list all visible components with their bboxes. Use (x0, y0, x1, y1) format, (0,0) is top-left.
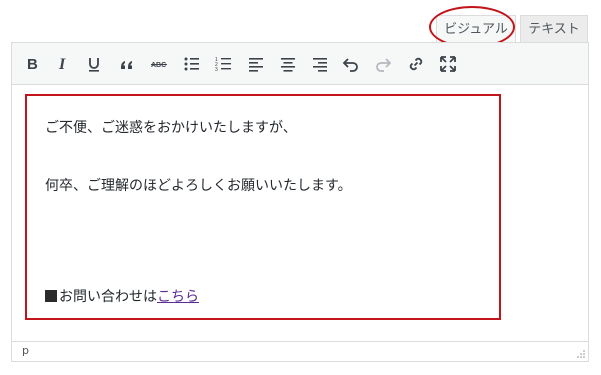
fullscreen-icon (440, 56, 456, 72)
resize-handle-icon[interactable] (577, 350, 585, 358)
numbered-list-button[interactable]: 123 (212, 52, 236, 76)
status-bar: p (12, 341, 588, 361)
link-icon (409, 57, 423, 71)
italic-icon: I (58, 56, 66, 73)
undo-icon (342, 58, 358, 72)
contact-link[interactable]: こちら (157, 289, 199, 305)
align-center-button[interactable] (276, 52, 300, 76)
toolbar: B I ABC 123 (12, 43, 588, 85)
link-button[interactable] (404, 52, 428, 76)
redo-button[interactable] (371, 52, 395, 76)
blockquote-icon (121, 61, 132, 69)
bold-icon: B (27, 56, 38, 73)
bold-button[interactable]: B (20, 52, 44, 76)
svg-text:B: B (27, 56, 38, 73)
align-left-icon (249, 58, 263, 72)
underline-icon (89, 58, 99, 72)
align-right-button[interactable] (308, 52, 332, 76)
svg-text:ABC: ABC (151, 62, 166, 69)
svg-text:I: I (58, 56, 66, 73)
square-bullet-icon (45, 290, 57, 302)
underline-button[interactable] (82, 52, 106, 76)
paragraph-3: お問い合わせはこちら (45, 286, 199, 306)
strikethrough-button[interactable]: ABC (147, 52, 171, 76)
align-center-icon (281, 58, 295, 72)
fullscreen-button[interactable] (436, 52, 460, 76)
editor: B I ABC 123 p (11, 42, 589, 362)
undo-button[interactable] (339, 52, 363, 76)
contact-prefix: お問い合わせは (59, 289, 157, 305)
align-left-button[interactable] (244, 52, 268, 76)
svg-text:3: 3 (215, 67, 218, 73)
bulleted-list-icon (184, 57, 199, 71)
bulleted-list-button[interactable] (180, 52, 204, 76)
element-path[interactable]: p (22, 344, 29, 357)
tab-text[interactable]: テキスト (520, 15, 588, 42)
blockquote-button[interactable] (115, 52, 139, 76)
paragraph-1: ご不便、ご迷惑をおかけいたしますが、 (45, 120, 297, 136)
numbered-list-icon: 123 (215, 57, 231, 73)
strikethrough-icon: ABC (151, 62, 167, 69)
italic-button[interactable]: I (51, 52, 75, 76)
align-right-icon (313, 58, 327, 72)
paragraph-2: 何卒、ご理解のほどよろしくお願いいたします。 (45, 178, 352, 194)
tab-visual[interactable]: ビジュアル (436, 15, 516, 42)
redo-icon (376, 58, 392, 72)
